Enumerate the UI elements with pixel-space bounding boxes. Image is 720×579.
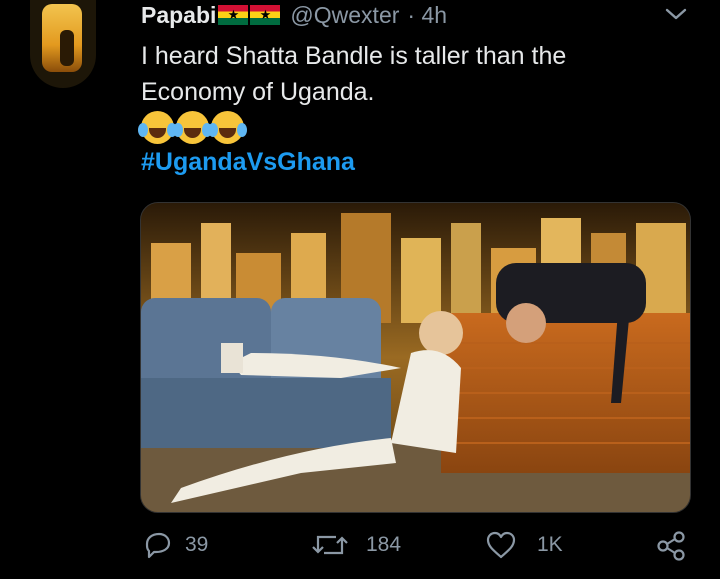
retweet-button[interactable]: 184 [312, 530, 401, 560]
heart-icon [486, 531, 516, 559]
hashtag-link[interactable]: #UgandaVsGhana [141, 148, 355, 177]
share-icon [657, 531, 685, 561]
tweet-actions-bar: 39 184 1K [0, 530, 720, 566]
tweet-photo[interactable] [140, 202, 691, 513]
crying-laughing-emoji [173, 111, 212, 144]
timestamp[interactable]: · 4h [407, 2, 447, 29]
chevron-down-icon[interactable] [663, 5, 689, 23]
emoji-row [138, 111, 247, 144]
display-name[interactable]: Papabi [141, 2, 216, 29]
reply-icon [145, 532, 171, 559]
like-count: 1K [537, 533, 563, 556]
user-handle[interactable]: @Qwexter [290, 2, 399, 29]
tweet-text: I heard Shatta Bandle is taller than the… [141, 42, 567, 106]
user-avatar[interactable] [30, 0, 96, 88]
reply-button[interactable]: 39 [143, 530, 208, 560]
retweet-icon [312, 535, 348, 555]
retweet-count: 184 [366, 533, 402, 556]
crying-laughing-emoji [138, 111, 177, 144]
share-button[interactable] [655, 530, 687, 562]
talk-show-scene [141, 203, 690, 512]
like-button[interactable]: 1K [485, 530, 563, 560]
tweet-header: Papabi ★ ★ @Qwexter · 4h [141, 0, 447, 30]
reply-count: 39 [185, 533, 209, 556]
ghana-flag-emoji: ★ [218, 5, 249, 25]
avatar-silhouette [60, 30, 74, 66]
crying-laughing-emoji [208, 111, 247, 144]
ghana-flag-emoji: ★ [250, 5, 281, 25]
